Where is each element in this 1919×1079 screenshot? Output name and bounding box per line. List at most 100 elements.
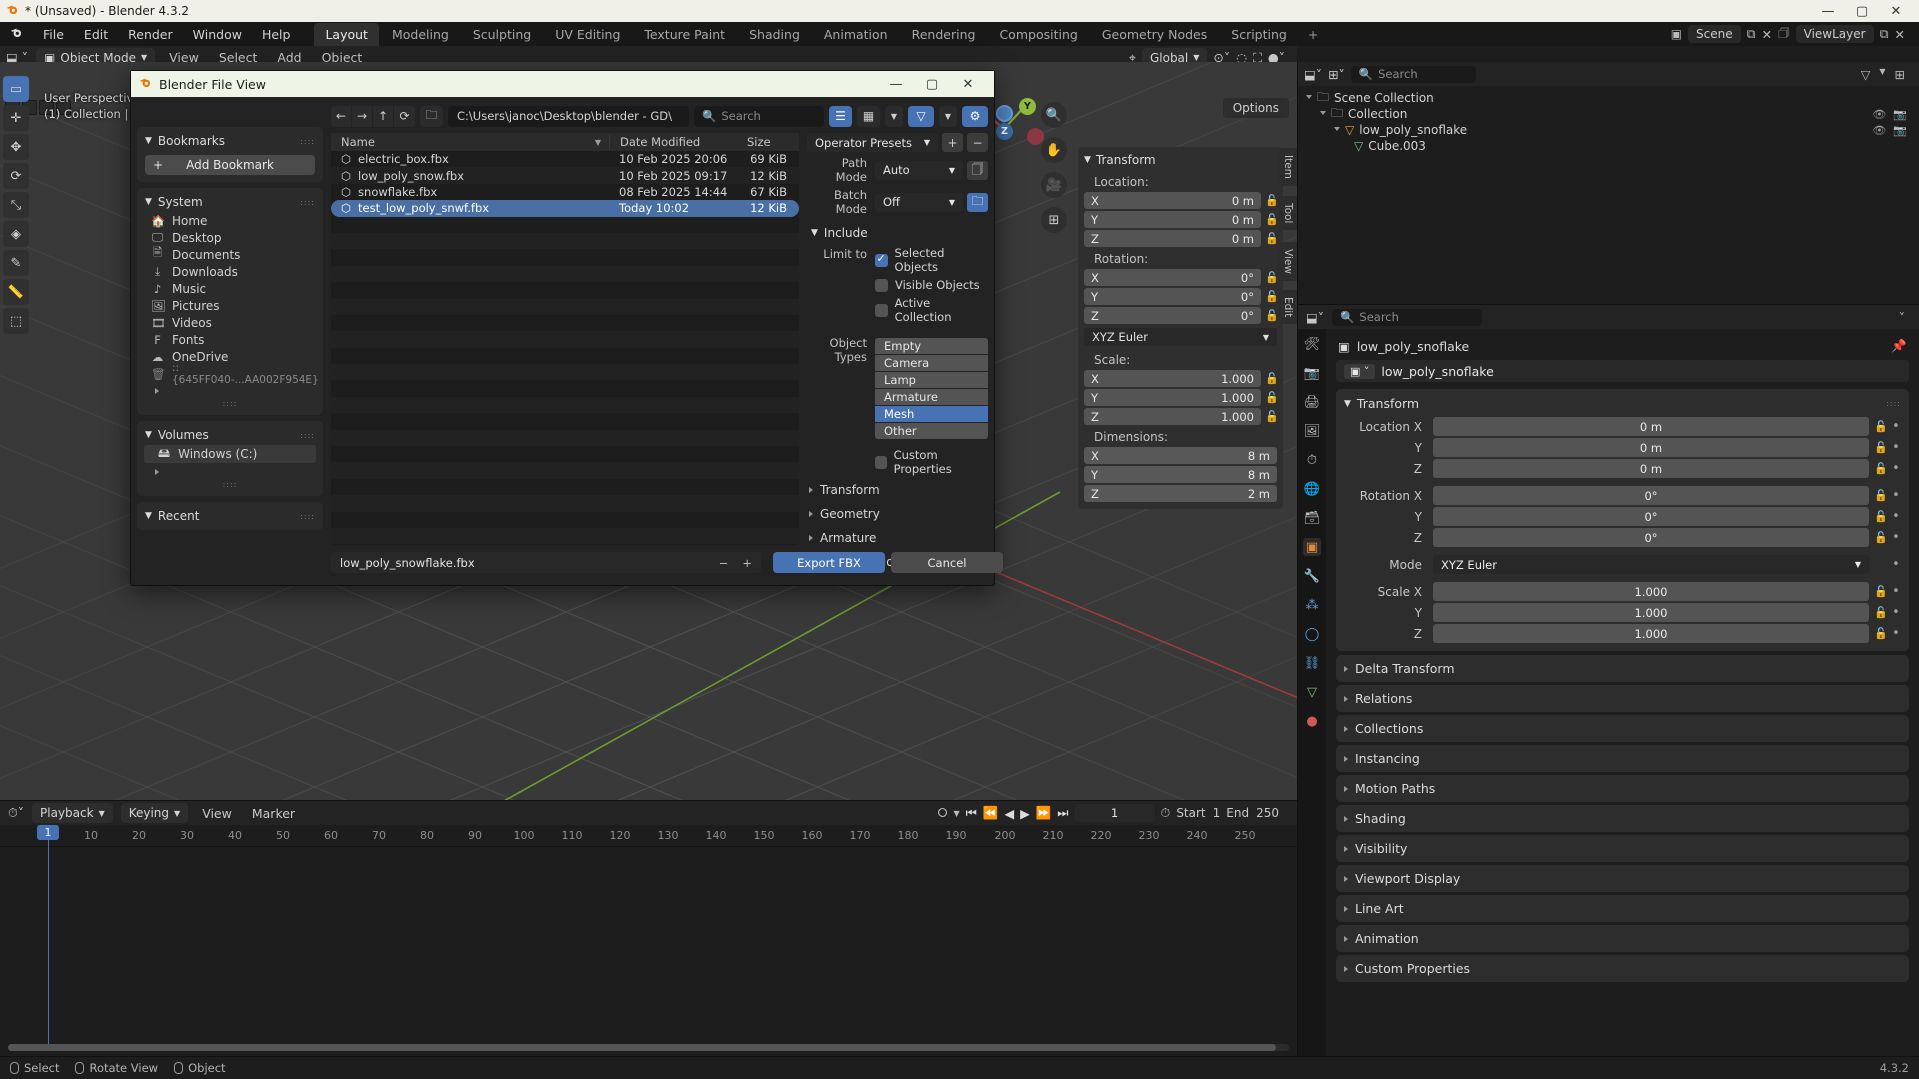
dialog-close-button[interactable]: ✕ — [950, 71, 986, 97]
animate-dot-icon[interactable]: • — [1891, 440, 1901, 455]
disclosure-triangle-icon[interactable] — [1320, 111, 1326, 118]
npanel-header[interactable]: ▼ Transform — [1078, 151, 1283, 171]
column-header-date[interactable]: Date Modified — [609, 135, 737, 149]
tab-geometry-nodes[interactable]: Geometry Nodes — [1091, 23, 1218, 46]
add-preset-button[interactable]: + — [942, 133, 963, 152]
display-mode-icon[interactable]: ⊞˅ — [1328, 67, 1345, 82]
grip-icon[interactable]: :::: — [1886, 399, 1901, 408]
disclosure-triangle-icon[interactable] — [1306, 95, 1312, 102]
panel-relations[interactable]: Relations — [1336, 685, 1909, 712]
animate-dot-icon[interactable]: • — [1891, 509, 1901, 524]
tab-animation[interactable]: Animation — [813, 23, 899, 46]
dimensions-row-x[interactable]: X8 m — [1078, 446, 1283, 465]
lock-icon[interactable]: 🔓 — [1265, 372, 1277, 385]
location-row-y[interactable]: Y0 m 🔓 — [1078, 210, 1283, 229]
tool-add-cube[interactable]: ⬚ — [3, 308, 29, 334]
disclosure-triangle-icon[interactable] — [1334, 127, 1340, 134]
blender-menu-icon[interactable] — [10, 26, 23, 42]
volumes-header[interactable]: ▼ Volumes :::: — [137, 426, 323, 445]
tab-uv-editing[interactable]: UV Editing — [544, 23, 631, 46]
outliner-row-toggles[interactable]: 👁📷 — [1872, 108, 1919, 121]
location-row-x[interactable]: X0 m 🔓 — [1078, 191, 1283, 210]
tab-layout[interactable]: Layout — [314, 23, 379, 46]
scale-row-x[interactable]: X1.000 🔓 — [1078, 369, 1283, 388]
tab-output-icon[interactable]: 🖨 — [1303, 393, 1321, 411]
animate-dot-icon[interactable]: • — [1891, 605, 1901, 620]
tool-rotate[interactable]: ⟳ — [3, 163, 29, 189]
chevron-down-icon[interactable]: ˅ — [1899, 310, 1911, 325]
recent-header[interactable]: ▼ Recent :::: — [137, 507, 323, 526]
settings-gear-icon[interactable]: ⚙ — [962, 106, 988, 127]
dialog-minimize-button[interactable]: — — [878, 71, 914, 97]
display-mode-list-icon[interactable]: ☰ — [829, 106, 852, 127]
tab-material-icon[interactable]: ● — [1303, 712, 1321, 730]
jump-start-icon[interactable]: ⏮ — [966, 805, 977, 821]
file-row[interactable]: ⬡electric_box.fbx 10 Feb 2025 20:06 69 K… — [331, 151, 799, 167]
prop-row-location-y[interactable]: Y0 m🔓• — [1336, 437, 1909, 458]
directory-path-input[interactable]: C:\Users\janoc\Desktop\blender - GD\ — [448, 106, 689, 127]
panel-animation[interactable]: Animation — [1336, 925, 1909, 952]
lock-icon[interactable]: 🔓 — [1265, 410, 1277, 423]
chevron-down-icon[interactable]: ▼ — [1879, 67, 1885, 82]
back-arrow-icon[interactable]: ← — [331, 106, 352, 127]
tab-shading[interactable]: Shading — [738, 23, 811, 46]
tool-scale[interactable]: ⤡ — [3, 192, 29, 218]
tab-collection-icon[interactable]: 🗃 — [1303, 509, 1321, 527]
rotation-row-x[interactable]: X0° 🔓 — [1078, 268, 1283, 287]
filename-input[interactable]: low_poly_snowflake.fbx − + — [331, 552, 761, 573]
file-row[interactable]: ⬡snowflake.fbx 08 Feb 2025 14:44 67 KiB — [331, 184, 799, 200]
sidebar-item-downloads[interactable]: ⤓Downloads — [137, 263, 323, 280]
menu-edit[interactable]: Edit — [74, 24, 118, 45]
tab-modifiers-icon[interactable]: 🔧 — [1303, 567, 1321, 585]
dialog-maximize-button[interactable]: ▢ — [914, 71, 950, 97]
new-folder-icon[interactable]: 🗀 — [420, 106, 443, 127]
pin-icon[interactable]: 📌 — [1891, 338, 1907, 354]
zoom-icon[interactable]: 🔍 — [1041, 102, 1067, 128]
refresh-icon[interactable]: ⟳ — [394, 106, 415, 127]
animate-dot-icon[interactable]: • — [1891, 557, 1901, 572]
npanel-tab-edit[interactable]: Edit — [1279, 290, 1297, 324]
outliner-row-toggles[interactable]: 👁📷 — [1872, 124, 1919, 137]
parent-dir-icon[interactable]: ↑ — [373, 106, 394, 127]
column-header-name[interactable]: Name ▼ — [331, 135, 609, 149]
sidebar-item-documents[interactable]: 🗎Documents — [137, 246, 323, 263]
prop-row-scale-x[interactable]: Scale X1.000🔓• — [1336, 581, 1909, 602]
jump-end-icon[interactable]: ⏭ — [1057, 805, 1068, 821]
new-scene-icon[interactable]: ⧉ — [1747, 26, 1756, 42]
record-icon[interactable]: ⭘ — [937, 805, 947, 821]
timeline-menu-marker[interactable]: Marker — [246, 806, 301, 821]
add-workspace-button[interactable]: + — [1300, 24, 1326, 45]
sidebar-item-windows-c[interactable]: 🖴Windows (C:) — [144, 445, 316, 463]
end-frame-group[interactable]: End 250 — [1226, 806, 1289, 820]
filter-icon[interactable]: ▽ — [1861, 67, 1871, 82]
tab-object-icon[interactable]: ▣ — [1303, 538, 1321, 556]
object-types-list[interactable]: Empty Camera Lamp Armature Mesh Other — [875, 338, 988, 440]
ortho-toggle-icon[interactable]: ⊞ — [1041, 207, 1067, 233]
panel-visibility[interactable]: Visibility — [1336, 835, 1909, 862]
filter-dropdown-icon[interactable]: ▼ — [939, 106, 957, 127]
object-type-armature[interactable]: Armature — [875, 389, 988, 405]
prop-value[interactable]: 0 m — [1433, 459, 1869, 478]
object-type-icon[interactable]: ▣ ˅ — [1344, 364, 1375, 379]
animate-dot-icon[interactable]: • — [1891, 488, 1901, 503]
panel-delta-transform[interactable]: Delta Transform — [1336, 655, 1909, 682]
animate-dot-icon[interactable]: • — [1891, 461, 1901, 476]
panel-shading[interactable]: Shading — [1336, 805, 1909, 832]
bookmarks-header[interactable]: ▼ Bookmarks :::: — [137, 132, 323, 151]
tab-scripting[interactable]: Scripting — [1220, 23, 1298, 46]
tab-tool-icon[interactable]: 🛠 — [1303, 335, 1321, 353]
lock-icon[interactable]: 🔓 — [1265, 391, 1277, 404]
gizmo-axis-z-neg[interactable] — [996, 105, 1013, 122]
rotation-mode-select[interactable]: XYZ Euler▼ — [1433, 555, 1869, 574]
window-close-button[interactable]: ✕ — [1879, 0, 1913, 22]
location-row-z[interactable]: Z0 m 🔓 — [1078, 229, 1283, 248]
sidebar-item-fonts[interactable]: FFonts — [137, 331, 323, 348]
prop-value[interactable]: 0° — [1433, 486, 1869, 505]
tool-transform[interactable]: ◈ — [3, 221, 29, 247]
timeline-ruler[interactable]: 10 20 30 40 50 60 70 80 90 100 110 120 1… — [0, 825, 1297, 847]
tool-move[interactable]: ✥ — [3, 134, 29, 160]
eye-icon[interactable]: 👁 — [1872, 108, 1886, 121]
tab-modeling[interactable]: Modeling — [381, 23, 460, 46]
timeline-menu-view[interactable]: View — [196, 806, 238, 821]
play-icon[interactable]: ▶ — [1020, 806, 1030, 821]
